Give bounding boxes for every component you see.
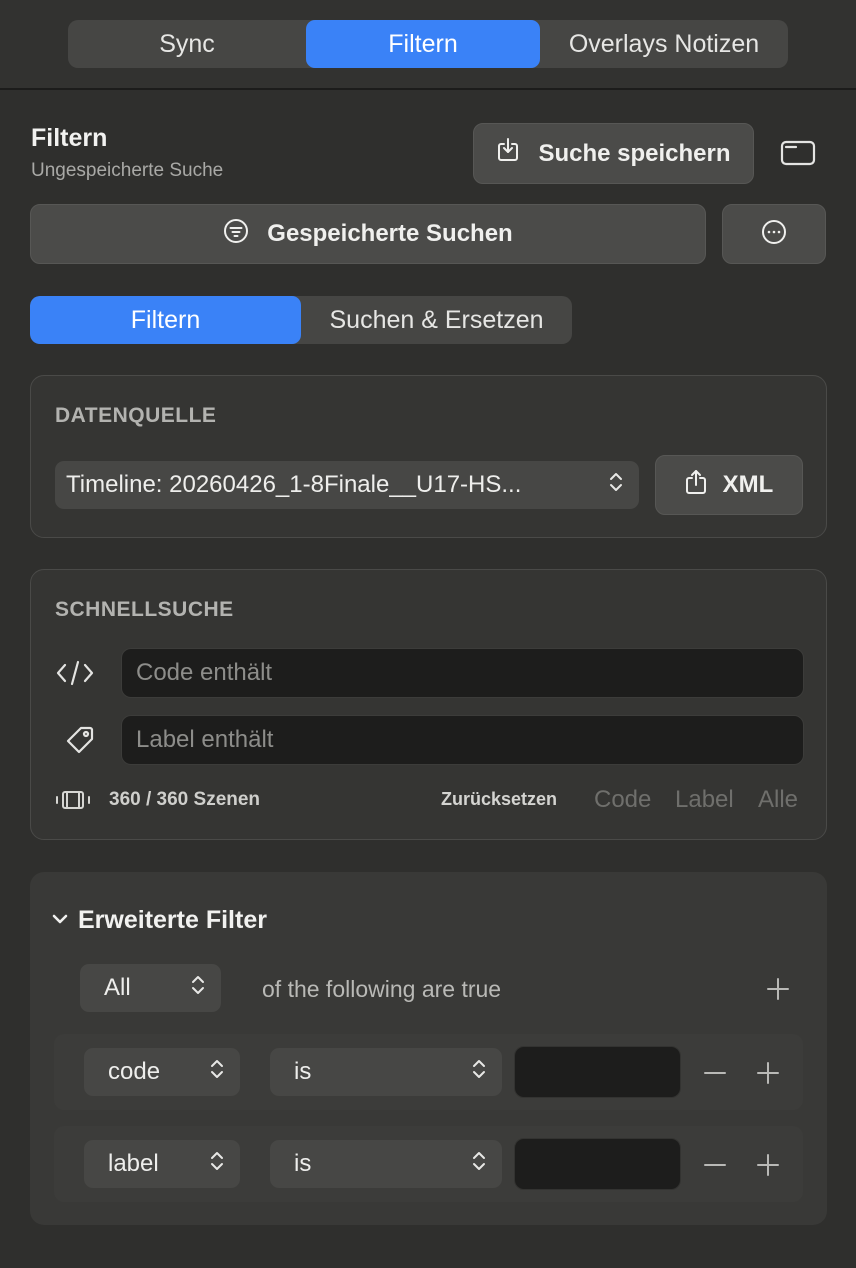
tab-overlays-notizen[interactable]: Overlays Notizen xyxy=(540,20,788,68)
filter-list-icon xyxy=(223,218,249,251)
window-icon[interactable] xyxy=(780,138,816,173)
match-mode-select[interactable]: All xyxy=(80,964,221,1012)
rule-field-select[interactable]: label xyxy=(84,1140,240,1188)
export-xml-button[interactable]: XML xyxy=(655,455,803,515)
datasource-heading: DATENQUELLE xyxy=(55,404,217,427)
filter-rule-row: label is xyxy=(54,1126,803,1202)
updown-chevron-icon xyxy=(609,471,623,500)
match-description: of the following are true xyxy=(262,976,502,1002)
advanced-filter-title[interactable]: Erweiterte Filter xyxy=(78,906,267,935)
remove-rule-icon[interactable] xyxy=(703,1153,727,1182)
ellipsis-circle-icon xyxy=(761,219,787,250)
chevron-down-icon[interactable] xyxy=(52,912,68,930)
share-icon xyxy=(685,469,707,502)
tab-filtern[interactable]: Filtern xyxy=(306,20,540,68)
remove-rule-icon[interactable] xyxy=(703,1061,727,1090)
download-tray-icon xyxy=(496,137,520,170)
add-rule-icon[interactable] xyxy=(756,1061,780,1090)
updown-chevron-icon xyxy=(210,1150,224,1179)
rule-operator-select[interactable]: is xyxy=(270,1048,502,1096)
xml-label: XML xyxy=(722,471,774,498)
code-brackets-icon xyxy=(55,659,95,692)
more-options-button[interactable] xyxy=(722,204,826,264)
rule-value-field[interactable] xyxy=(514,1138,681,1190)
timeline-select[interactable]: Timeline: 20260426_1-8Finale__U17-HS... xyxy=(55,461,639,509)
rule-operator-select[interactable]: is xyxy=(270,1140,502,1188)
tab-filtern-mode[interactable]: Filtern xyxy=(30,296,301,344)
datasource-card: DATENQUELLE Timeline: 20260426_1-8Finale… xyxy=(30,375,827,538)
quicksearch-card: SCHNELLSUCHE Code enthält Label enthält … xyxy=(30,569,827,840)
updown-chevron-icon xyxy=(472,1150,486,1179)
add-rule-icon[interactable] xyxy=(766,977,790,1006)
rule-field-value: label xyxy=(108,1150,159,1177)
rule-field-value: code xyxy=(108,1058,161,1085)
saved-searches-button[interactable]: Gespeicherte Suchen xyxy=(30,204,706,264)
updown-chevron-icon xyxy=(472,1058,486,1087)
match-mode-value: All xyxy=(104,974,131,1001)
top-toolbar: Sync Filtern Overlays Notizen xyxy=(0,0,856,90)
tab-sync[interactable]: Sync xyxy=(68,20,306,68)
rule-operator-value: is xyxy=(294,1150,312,1177)
tab-suchen-ersetzen[interactable]: Suchen & Ersetzen xyxy=(301,296,572,344)
film-strip-icon xyxy=(55,788,91,817)
filter-mode-control: Filtern Suchen & Ersetzen xyxy=(30,296,572,344)
reset-link[interactable]: Zurücksetzen xyxy=(441,789,557,810)
updown-chevron-icon xyxy=(191,974,205,1003)
label-link[interactable]: Label xyxy=(675,786,734,814)
code-search-input[interactable]: Code enthält xyxy=(121,648,804,698)
save-search-button[interactable]: Suche speichern xyxy=(473,123,754,184)
main-tab-control: Sync Filtern Overlays Notizen xyxy=(68,20,788,68)
timeline-select-value: Timeline: 20260426_1-8Finale__U17-HS... xyxy=(66,471,522,498)
page-title: Filtern xyxy=(31,124,108,152)
rule-operator-value: is xyxy=(294,1058,312,1085)
save-search-label: Suche speichern xyxy=(538,139,731,167)
all-link[interactable]: Alle xyxy=(758,786,798,814)
filter-rule-row: code is xyxy=(54,1034,803,1110)
quicksearch-heading: SCHNELLSUCHE xyxy=(55,598,234,621)
saved-searches-label: Gespeicherte Suchen xyxy=(267,220,513,247)
rule-field-select[interactable]: code xyxy=(84,1048,240,1096)
rule-value-field[interactable] xyxy=(514,1046,681,1098)
advanced-filter-panel: Erweiterte Filter All of the following a… xyxy=(30,872,827,1225)
code-link[interactable]: Code xyxy=(594,786,651,814)
tag-icon xyxy=(65,725,95,760)
label-search-input[interactable]: Label enthält xyxy=(121,715,804,765)
page-subtitle: Ungespeicherte Suche xyxy=(31,160,224,181)
scene-count: 360 / 360 Szenen xyxy=(109,789,261,810)
add-rule-icon[interactable] xyxy=(756,1153,780,1182)
updown-chevron-icon xyxy=(210,1058,224,1087)
